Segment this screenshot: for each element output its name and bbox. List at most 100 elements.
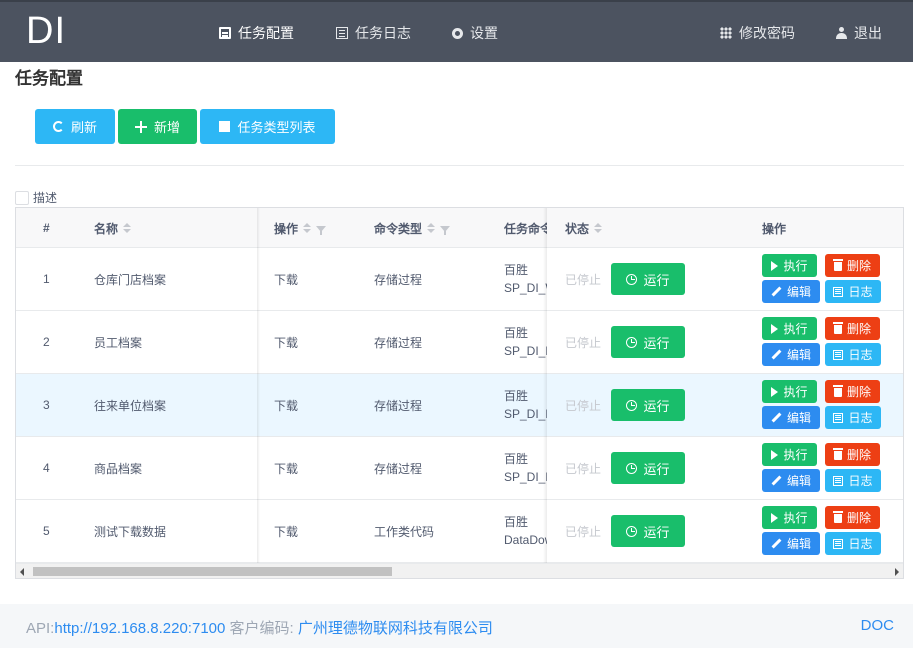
log-button[interactable]: 日志 [825,532,881,555]
sort-icon[interactable] [427,223,436,233]
run-button[interactable]: 运行 [611,326,685,358]
nav-task-config-label: 任务配置 [238,25,294,41]
play-icon [771,449,779,460]
nav-task-log-label: 任务日志 [355,25,411,41]
row-task-command-line1: 百胜 [504,263,529,277]
clock-icon [626,336,638,348]
col-status-label: 状态 [565,221,590,236]
row-task-command-line2: SP_DI_E [504,470,548,484]
row-task-command: 百胜 SP_DI_E [504,311,548,373]
row-operation: 下载 [274,524,299,539]
client-name-link[interactable]: 广州理德物联网科技有限公司 [298,620,493,637]
add-button[interactable]: 新增 [118,109,197,144]
filter-icon[interactable] [440,225,451,235]
run-button-label: 运行 [643,272,670,288]
footer-info: API:http://192.168.8.220:7100 客户编码: 广州理德… [26,617,493,638]
description-filter[interactable]: 描述 [15,189,57,206]
trash-icon [832,259,843,271]
col-status[interactable]: 状态 [565,208,603,248]
nav-change-password[interactable]: 修改密码 [720,23,795,43]
description-checkbox[interactable] [15,190,29,205]
row-task-command: 百胜 SP_DI_W [504,248,548,310]
col-operation-label: 操作 [274,221,299,236]
delete-button[interactable]: 删除 [825,443,880,466]
row-task-command-line2: SP_DI_W [504,281,548,295]
api-url-link[interactable]: http://192.168.8.220:7100 [54,620,225,637]
run-button[interactable]: 运行 [611,263,685,295]
sort-icon[interactable] [123,223,132,233]
trash-icon [832,448,843,460]
log-button[interactable]: 日志 [825,406,881,429]
log-icon [833,412,844,423]
edit-button[interactable]: 编辑 [762,532,820,555]
nav-settings[interactable]: 设置 [452,23,498,43]
refresh-button[interactable]: 刷新 [35,109,115,144]
row-index: 2 [43,335,50,349]
execute-button[interactable]: 执行 [762,443,817,466]
refresh-button-label: 刷新 [70,120,97,135]
scrollbar-thumb[interactable] [33,567,392,576]
delete-button[interactable]: 删除 [825,317,880,340]
nav-logout[interactable]: 退出 [836,23,882,43]
log-button[interactable]: 日志 [825,469,881,492]
edit-button[interactable]: 编辑 [762,406,820,429]
nav-task-log[interactable]: 任务日志 [336,23,411,43]
delete-button[interactable]: 删除 [825,254,880,277]
app-logo[interactable]: DI [26,10,66,53]
row-name: 测试下载数据 [94,524,167,539]
scroll-left-icon[interactable] [20,568,24,576]
clock-icon [626,525,638,537]
nav-task-config[interactable]: 任务配置 [219,23,294,43]
horizontal-scrollbar[interactable] [16,563,903,578]
clock-icon [626,462,638,474]
run-button-label: 运行 [643,461,670,477]
edit-button[interactable]: 编辑 [762,469,820,492]
row-task-command-line2: SP_DI_E [504,407,548,421]
execute-button[interactable]: 执行 [762,380,817,403]
row-operation: 下载 [274,335,299,350]
execute-button[interactable]: 执行 [762,317,817,340]
col-operation[interactable]: 操作 [274,208,327,248]
row-task-command: 百胜 SP_DI_E [504,437,548,499]
row-index: 5 [43,524,50,538]
edit-button[interactable]: 编辑 [762,280,820,303]
task-type-list-button[interactable]: 任务类型列表 [200,109,335,144]
log-button[interactable]: 日志 [825,343,881,366]
log-button-label: 日志 [848,411,873,425]
delete-button[interactable]: 删除 [825,506,880,529]
run-button[interactable]: 运行 [611,389,685,421]
execute-button-label: 执行 [783,322,808,336]
delete-button[interactable]: 删除 [825,380,880,403]
run-button[interactable]: 运行 [611,452,685,484]
doc-link[interactable]: DOC [861,617,894,634]
page-title: 任务配置 [15,69,83,88]
gear-icon [452,27,463,39]
log-icon [833,475,844,486]
filter-icon[interactable] [316,225,327,235]
col-name[interactable]: 名称 [94,208,132,248]
row-command-type: 存储过程 [374,398,423,413]
delete-button-label: 删除 [846,385,871,399]
row-name: 往来单位档案 [94,398,167,413]
row-task-command-line2: DataDow [504,533,548,547]
run-button[interactable]: 运行 [611,515,685,547]
execute-button[interactable]: 执行 [762,506,817,529]
grid-icon [720,27,732,39]
row-index: 4 [43,461,50,475]
scroll-right-icon[interactable] [895,568,899,576]
edit-button-label: 编辑 [786,411,811,425]
fixed-right-columns: 状态 操作 已停止 运行 执行 删除 编辑 日志 已停止 运行 执行 删除 编辑… [543,208,903,563]
edit-button-label: 编辑 [786,537,811,551]
log-button[interactable]: 日志 [825,280,881,303]
log-button-label: 日志 [848,285,873,299]
row-task-command: 百胜 DataDow [504,500,548,562]
row-task-command: 百胜 SP_DI_E [504,374,548,436]
client-label: 客户编码: [225,620,298,637]
sort-icon[interactable] [303,223,312,233]
edit-button[interactable]: 编辑 [762,343,820,366]
sort-icon[interactable] [594,223,603,233]
plus-icon [134,120,147,133]
execute-button[interactable]: 执行 [762,254,817,277]
col-command-type[interactable]: 命令类型 [374,208,451,248]
log-button-label: 日志 [848,348,873,362]
